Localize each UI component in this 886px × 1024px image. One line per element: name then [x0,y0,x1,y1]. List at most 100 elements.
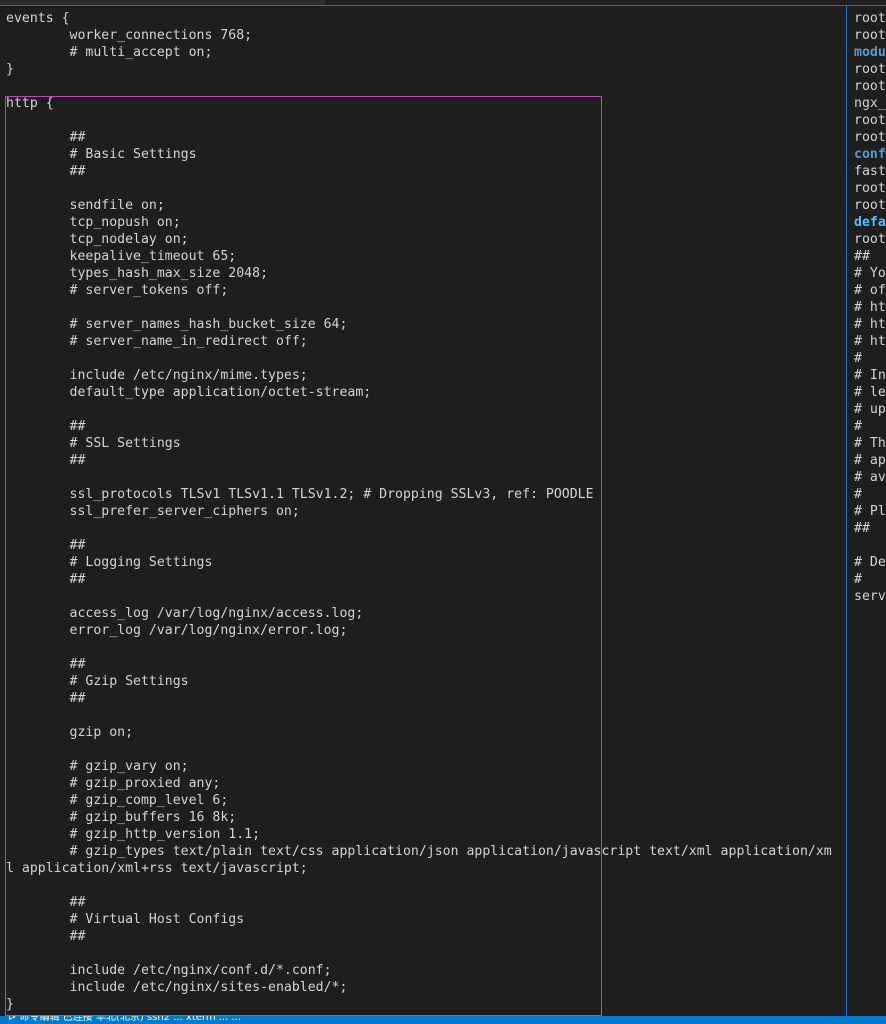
code-line: tcp_nodelay on; [6,232,189,247]
code-line: # gzip_vary on; [6,759,189,774]
code-line: http { [6,96,54,111]
code-line: tcp_nopush on; [6,215,181,230]
right-pane-line: serv [854,589,886,604]
right-pane-line: fast [854,164,886,179]
right-pane-line: root [854,130,886,145]
right-pane-line: # of [854,283,886,298]
code-line: # Basic Settings [6,147,197,162]
right-pane-line: # up [854,402,886,417]
right-pane-line: # Pl [854,504,886,519]
code-line: l application/xml+rss text/javascript; [6,861,308,876]
code-line: access_log /var/log/nginx/access.log; [6,606,364,621]
right-pane-line: # In [854,368,886,383]
right-pane-line: # ht [854,334,886,349]
code-line: ## [6,657,86,672]
status-text: ⊳ 命令编辑 已连接 华北(北京) ssh2 ... xterm ... ... [8,1016,242,1023]
code-line: ## [6,929,86,944]
editor-pane-right[interactable]: root root modu root root ngx_ root root conf fast… [847,6,886,1016]
right-pane-text[interactable]: root root modu root root ngx_ root root conf fast… [854,10,886,605]
code-line: # server_name_in_redirect off; [6,334,308,349]
code-line: events { [6,11,70,26]
right-pane-line: # le [854,385,886,400]
code-line: error_log /var/log/nginx/error.log; [6,623,348,638]
code-line: sendfile on; [6,198,165,213]
code-line: # gzip_http_version 1.1; [6,827,261,842]
code-line: } [6,62,14,77]
code-line: # server_names_hash_bucket_size 64; [6,317,348,332]
right-pane-line [854,537,886,554]
code-line: include /etc/nginx/mime.types; [6,368,308,383]
right-pane-line: root [854,198,886,213]
editor-pane-left[interactable]: events { worker_connections 768; # multi… [0,6,846,1016]
code-line: # Logging Settings [6,555,213,570]
code-line: # gzip_proxied any; [6,776,221,791]
code-line: ## [6,453,86,468]
right-pane-line: root [854,113,886,128]
right-pane-line: # ap [854,453,886,468]
right-pane-line: # ht [854,317,886,332]
right-pane-line: root [854,232,886,247]
code-line: } [6,997,14,1012]
code-line: default_type application/octet-stream; [6,385,372,400]
code-line: # gzip_types text/plain text/css applica… [6,844,832,859]
code-line: # Virtual Host Configs [6,912,245,927]
right-pane-line: # [854,487,862,502]
right-pane-line: root [854,62,886,77]
right-pane-line: root [854,181,886,196]
right-pane-line: defa [854,215,886,230]
code-line: include /etc/nginx/sites-enabled/*; [6,980,348,995]
right-pane-line: conf [854,147,886,162]
right-pane-line: # De [854,555,886,570]
right-pane-line: root [854,11,886,26]
right-pane-line: # Yo [854,266,886,281]
code-line: ## [6,895,86,910]
right-pane-line: root [854,28,886,43]
code-line: worker_connections 768; [6,28,253,43]
code-line: ssl_protocols TLSv1 TLSv1.1 TLSv1.2; # D… [6,487,594,502]
code-line: # server_tokens off; [6,283,229,298]
code-line: gzip on; [6,725,134,740]
terminal-app: events { worker_connections 768; # multi… [0,0,886,1024]
code-text[interactable]: events { worker_connections 768; # multi… [6,10,832,1013]
right-pane-line: # [854,572,862,587]
code-line: ssl_prefer_server_ciphers on; [6,504,300,519]
status-bar: ⊳ 命令编辑 已连接 华北(北京) ssh2 ... xterm ... ... [0,1016,886,1024]
code-line: # gzip_buffers 16 8k; [6,810,237,825]
right-pane-line: modu [854,45,886,60]
right-pane-line: # av [854,470,886,485]
right-pane-line: root [854,79,886,94]
code-line: ## [6,538,86,553]
code-line: ## [6,419,86,434]
code-line: types_hash_max_size 2048; [6,266,269,281]
right-pane-line: ## [854,249,870,264]
code-line: keepalive_timeout 65; [6,249,237,264]
right-pane-line: # [854,419,862,434]
code-line: ## [6,691,86,706]
right-pane-line: # ht [854,300,886,315]
right-pane-line: ngx_ [854,96,886,111]
code-line: # SSL Settings [6,436,181,451]
code-line: # gzip_comp_level 6; [6,793,229,808]
right-pane-line: # [854,351,862,366]
code-line: # multi_accept on; [6,45,213,60]
code-line: include /etc/nginx/conf.d/*.conf; [6,963,332,978]
right-pane-line: # Th [854,436,886,451]
code-line: ## [6,130,86,145]
code-line: # Gzip Settings [6,674,189,689]
code-line: ## [6,572,86,587]
code-line: ## [6,164,86,179]
